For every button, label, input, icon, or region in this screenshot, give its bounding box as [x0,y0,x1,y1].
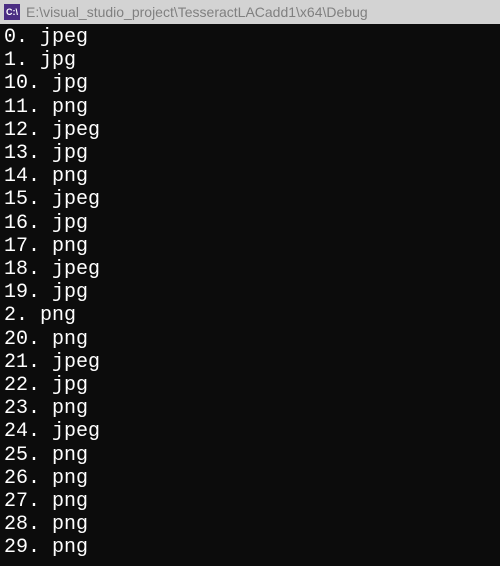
console-line: 0. jpeg [4,26,496,49]
console-line: 11. png [4,96,496,119]
console-line: 28. png [4,513,496,536]
cmd-icon: C:\ [4,4,20,20]
console-line: 16. jpg [4,212,496,235]
console-line: 13. jpg [4,142,496,165]
window-titlebar[interactable]: C:\ E:\visual_studio_project\TesseractLA… [0,0,500,24]
window-title: E:\visual_studio_project\TesseractLACadd… [26,4,368,20]
console-line: 1. jpg [4,49,496,72]
console-line: 22. jpg [4,374,496,397]
console-line: 19. jpg [4,281,496,304]
console-line: 24. jpeg [4,420,496,443]
console-line: 29. png [4,536,496,559]
console-line: 12. jpeg [4,119,496,142]
console-line: 10. jpg [4,72,496,95]
console-line: 18. jpeg [4,258,496,281]
console-line: 14. png [4,165,496,188]
console-line: 27. png [4,490,496,513]
console-line: 23. png [4,397,496,420]
console-output[interactable]: 0. jpeg1. jpg10. jpg11. png12. jpeg13. j… [0,24,500,566]
console-line: 17. png [4,235,496,258]
console-line: 20. png [4,328,496,351]
console-line: 21. jpeg [4,351,496,374]
console-line: 15. jpeg [4,188,496,211]
console-line: 2. png [4,304,496,327]
console-line: 25. png [4,444,496,467]
console-line: 26. png [4,467,496,490]
